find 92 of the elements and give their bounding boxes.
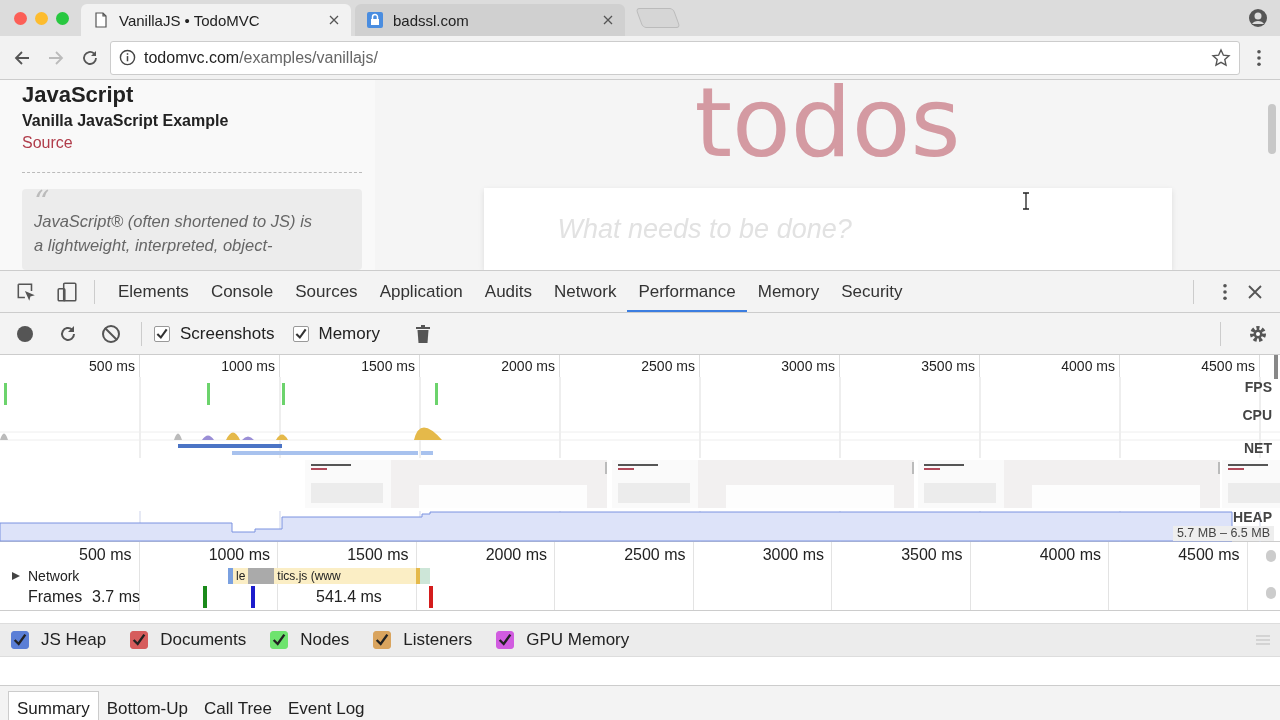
devtools-tab[interactable]: Audits [473,271,544,312]
detail-tab[interactable]: Call Tree [196,692,280,720]
counter-checkbox[interactable] [373,631,392,649]
devtools-tab[interactable]: Memory [746,271,831,312]
track-label: FPS [1244,379,1272,395]
time-tick-label: 3000 ms [700,355,840,377]
info-icon[interactable] [119,49,136,66]
browser-tab[interactable]: badssl.com [355,4,625,36]
detail-tab[interactable]: Summary [8,691,99,720]
time-tick-label: 3500 ms [840,355,980,377]
track-label: HEAP [1233,510,1272,524]
frame-marker [251,586,255,608]
source-link[interactable]: Source [22,134,73,152]
close-icon[interactable] [603,15,613,25]
drag-handle-icon[interactable] [1256,635,1270,645]
back-icon[interactable] [13,48,31,67]
time-tick-label: 1500 ms [280,355,420,377]
time-tick-label: 4000 ms [980,355,1120,377]
profile-icon[interactable] [1248,8,1268,28]
time-tick-label: 2500 ms [623,545,687,565]
quote-text: a lightweight, interpreted, object- [34,235,273,256]
frame-marker [203,586,207,608]
counter-checkbox[interactable] [130,631,149,649]
time-tick-label: 500 ms [78,545,133,565]
counter-label: Nodes [300,630,350,650]
record-icon[interactable] [15,323,35,344]
devtools-tab[interactable]: Application [368,271,474,312]
devtools-tab[interactable]: Sources [284,271,369,312]
device-icon[interactable] [56,280,78,303]
time-tick-label: 4000 ms [1038,545,1102,565]
time-tick-label: 1000 ms [207,545,271,565]
example-title: Vanilla JavaScript Example [22,112,230,130]
scrollbar[interactable] [1266,550,1276,562]
counter-label: GPU Memory [526,630,630,650]
scrollbar[interactable] [1266,587,1276,599]
counter-label: Listeners [403,630,473,650]
heap-range-label: 5.7 MB – 6.5 MB [1172,526,1274,541]
quote-text: JavaScript® (often shortened to JS) is [34,211,313,232]
time-tick-label: 1000 ms [140,355,280,377]
counter-label: Documents [160,630,247,650]
lock-icon [367,12,383,28]
close-icon[interactable] [329,15,339,25]
devtools-tab[interactable]: Console [199,271,285,312]
counter-label: JS Heap [41,630,107,650]
frame-duration: 541.4 ms [316,588,382,606]
url-text: todomvc.com/examples/vanillajs/ [144,48,378,67]
bookmark-star-icon[interactable] [1211,47,1231,68]
track-label: Network [28,568,80,584]
time-tick-label: 2000 ms [420,355,560,377]
checkbox-label: Screenshots [180,323,275,344]
track-label: Frames [28,588,83,606]
time-tick-label: 1500 ms [346,545,410,565]
time-tick-label: 3000 ms [761,545,825,565]
time-tick-label: 3500 ms [900,545,964,565]
frame-duration: 3.7 ms [92,588,140,606]
track-label: CPU [1242,407,1272,423]
time-tick-label: 2500 ms [560,355,700,377]
quote-mark: “ [34,191,50,209]
network-request-bar [420,568,430,584]
network-request-bar: le tics.js (www [228,568,421,584]
counter-checkbox[interactable] [496,631,515,649]
page-icon [93,12,109,28]
devtools-tab[interactable]: Security [830,271,914,312]
checkbox-label: Memory [318,323,380,344]
checkbox[interactable] [292,325,309,342]
checkbox[interactable] [154,325,170,342]
clear-icon[interactable] [101,323,121,344]
track-label: NET [1244,440,1272,456]
time-tick-label: 4500 ms [1120,355,1260,377]
address-field[interactable]: todomvc.com/examples/vanillajs/ [110,40,1240,75]
close-icon[interactable] [1248,284,1262,299]
time-tick-label: 500 ms [0,355,140,377]
time-tick-label: 2000 ms [484,545,548,565]
scrollbar[interactable] [1268,104,1276,154]
browser-tab[interactable]: VanillaJS • TodoMVC [81,4,351,36]
time-tick-label: 4500 ms [1177,545,1241,565]
counter-checkbox[interactable] [11,631,29,649]
menu-icon[interactable] [1256,48,1262,67]
more-icon[interactable] [1222,282,1228,301]
devtools-tab[interactable]: Elements [107,271,200,312]
app-title: todos [694,80,961,166]
devtools-tab[interactable]: Network [543,271,628,312]
settings-icon[interactable] [1248,323,1268,344]
frame-marker [429,586,433,608]
detail-tab[interactable]: Bottom-Up [98,692,196,720]
expand-arrow-icon[interactable] [11,571,21,581]
page-heading: JavaScript [22,82,134,108]
reload-icon[interactable] [81,48,99,67]
detail-tab[interactable]: Event Log [280,692,373,720]
counter-checkbox[interactable] [270,631,289,649]
text-cursor-icon [1022,192,1030,210]
scrollbar[interactable] [1274,355,1278,379]
